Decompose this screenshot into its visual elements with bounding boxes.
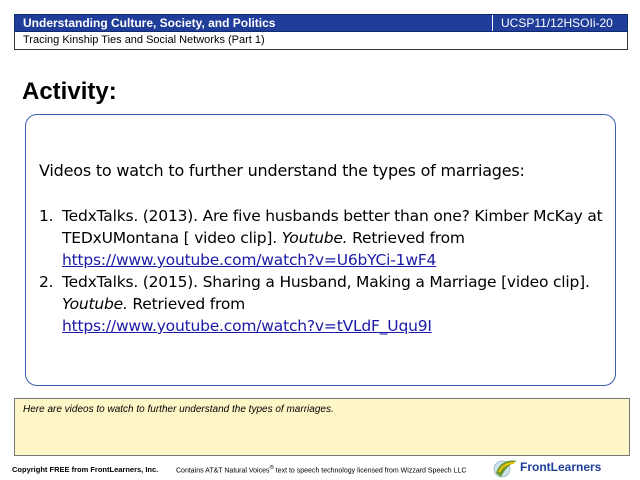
reference-retrieved: Retrieved from — [347, 229, 465, 247]
tts-suffix: text to speech technology licensed from … — [273, 467, 467, 475]
lesson-title-bar: Tracing Kinship Ties and Social Networks… — [14, 32, 628, 50]
reference-list: 1. TedxTalks. (2013). Are five husbands … — [26, 205, 606, 337]
course-code-cell: UCSP11/12HSOIi-20 — [492, 15, 629, 31]
speaker-notes-text: Here are videos to watch to further unde… — [23, 404, 334, 415]
intro-text: Videos to watch to further understand th… — [39, 161, 525, 180]
reference-number: 1. — [39, 207, 54, 225]
footer-copyright: Copyright FREE from FrontLearners, Inc. — [12, 465, 159, 474]
reference-citation: TedxTalks. (2015). Sharing a Husband, Ma… — [62, 273, 590, 291]
reference-retrieved: Retrieved from — [127, 295, 246, 313]
lesson-title: Tracing Kinship Ties and Social Networks… — [23, 34, 265, 46]
reference-source: Youtube. — [62, 295, 128, 313]
reference-link[interactable]: https://www.youtube.com/watch?v=U6bYCi-1… — [62, 251, 436, 269]
footer-tts-notice: Contains AT&T Natural Voices® text to sp… — [176, 465, 466, 474]
reference-link[interactable]: https://www.youtube.com/watch?v=tVLdF_Uq… — [62, 317, 432, 335]
reference-number: 2. — [39, 273, 54, 291]
slide-heading: Activity: — [22, 78, 117, 105]
reference-source: Youtube. — [281, 229, 348, 247]
brand-name: FrontLearners — [520, 460, 602, 474]
brand-logo: FrontLearners — [493, 457, 633, 479]
course-header-bar: Understanding Culture, Society, and Poli… — [14, 14, 628, 32]
course-code: UCSP11/12HSOIi-20 — [501, 16, 613, 30]
frontlearners-logo-icon — [493, 460, 517, 478]
speaker-notes-box: Here are videos to watch to further unde… — [14, 398, 630, 456]
course-title: Understanding Culture, Society, and Poli… — [23, 16, 276, 30]
reference-item: 2. TedxTalks. (2015). Sharing a Husband,… — [26, 271, 606, 337]
reference-item: 1. TedxTalks. (2013). Are five husbands … — [26, 205, 606, 271]
tts-prefix: Contains AT&T Natural Voices — [176, 467, 270, 475]
content-box: Videos to watch to further understand th… — [25, 114, 616, 386]
